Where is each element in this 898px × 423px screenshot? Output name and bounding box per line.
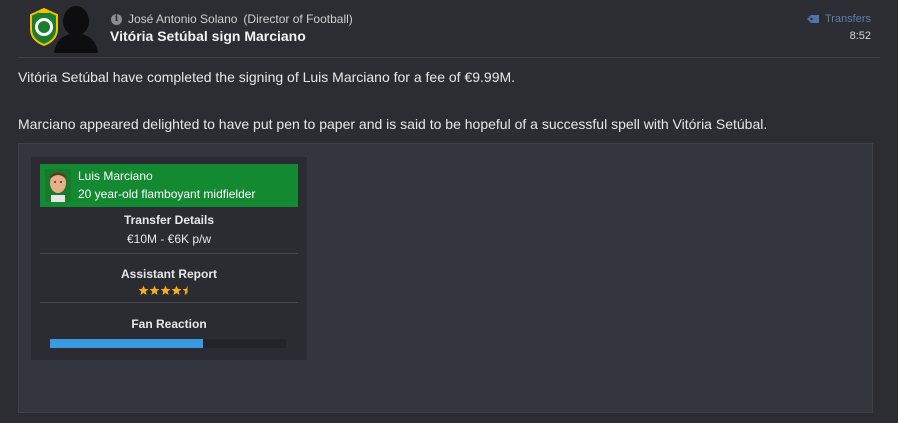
transfer-card: Luis Marciano 20 year-old flamboyant mid… [31, 157, 307, 360]
card-divider [40, 302, 298, 303]
message-header: i José Antonio Solano (Director of Footb… [0, 0, 898, 58]
assistant-report-title: Assistant Report [120, 267, 218, 281]
header-divider [18, 57, 880, 58]
player-header[interactable]: Luis Marciano 20 year-old flamboyant mid… [40, 164, 298, 207]
category-link[interactable]: Transfers [806, 13, 871, 25]
player-name[interactable]: Luis Marciano [78, 169, 153, 183]
transfer-details-title: Transfer Details [123, 213, 215, 227]
sender-role: (Director of Football) [243, 12, 353, 26]
card-divider [40, 253, 298, 254]
star-icon [182, 285, 188, 295]
message-paragraph-2: Marciano appeared delighted to have put … [18, 116, 768, 132]
person-silhouette-icon [54, 6, 98, 53]
tag-icon [806, 15, 819, 23]
star-rating [138, 285, 193, 296]
message-time: 8:52 [849, 30, 871, 42]
star-icon [138, 285, 149, 295]
fan-reaction-bar [50, 339, 286, 348]
transfer-details-value: €10M - €6K p/w [126, 232, 212, 246]
fan-reaction-fill [50, 339, 204, 348]
message-paragraph-1: Vitória Setúbal have completed the signi… [18, 69, 516, 85]
player-description: 20 year-old flamboyant midfielder [78, 187, 256, 201]
category-label[interactable]: Transfers [825, 13, 871, 25]
sender-name[interactable]: José Antonio Solano [128, 12, 237, 26]
player-face-icon [45, 169, 71, 202]
star-icon [171, 285, 182, 295]
fan-reaction-title: Fan Reaction [131, 317, 207, 331]
star-icon [149, 285, 160, 295]
sender-line: i José Antonio Solano (Director of Footb… [111, 12, 353, 26]
message-headline: Vitória Setúbal sign Marciano [110, 28, 306, 44]
info-icon[interactable]: i [111, 13, 122, 25]
star-icon [160, 285, 171, 295]
